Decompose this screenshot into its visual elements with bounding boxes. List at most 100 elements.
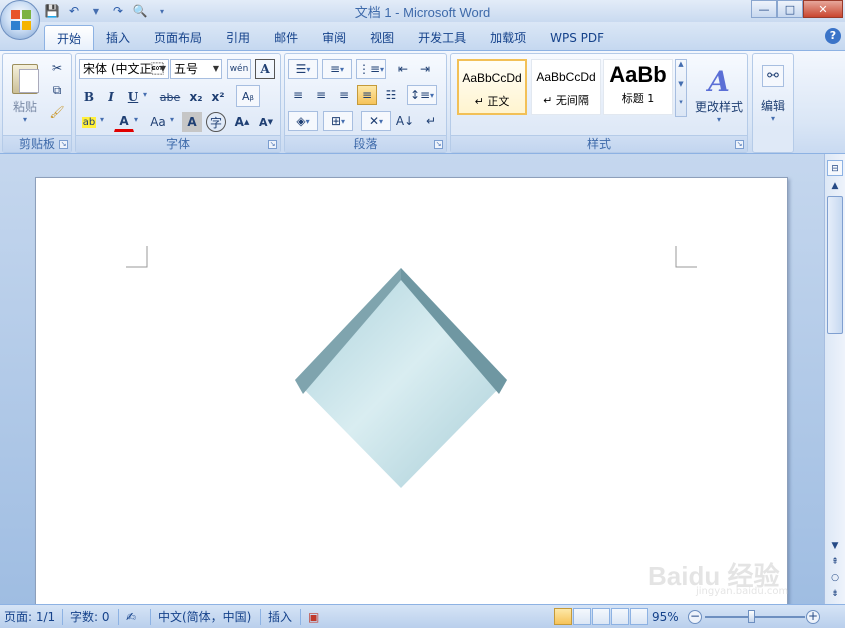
font-color-dropdown-icon[interactable]: ▾: [134, 115, 138, 124]
char-shading-button[interactable]: A: [182, 112, 202, 132]
clear-format-button[interactable]: Aᵦ: [236, 85, 260, 107]
paste-button[interactable]: 粘贴 ▾: [7, 58, 43, 130]
zoom-level[interactable]: 95%: [652, 608, 679, 626]
italic-button[interactable]: I: [101, 87, 121, 107]
distributed-icon: ☷: [385, 88, 397, 102]
format-painter-button[interactable]: 🖌: [47, 102, 67, 122]
highlight-button[interactable]: ab: [79, 112, 99, 132]
zoom-out-icon[interactable]: −: [688, 610, 702, 624]
bullet-list-icon: ☰: [295, 62, 307, 76]
scroll-thumb[interactable]: [827, 196, 843, 334]
font-name-combo[interactable]: 宋体 (中文正 ▼: [79, 59, 169, 79]
style-heading-1[interactable]: AaBb 标题 1: [603, 59, 673, 115]
strikethrough-button[interactable]: abe: [158, 87, 182, 107]
vertical-scrollbar[interactable]: ⊟ ▲ ▼ ⇞ ○ ⇟: [824, 154, 845, 604]
tab-wps-pdf[interactable]: WPS PDF: [538, 25, 616, 50]
align-right-button[interactable]: ≡: [334, 85, 354, 105]
more-icon[interactable]: ▾: [676, 98, 686, 106]
align-left-button[interactable]: ≡: [288, 85, 308, 105]
distributed-button[interactable]: ☷: [381, 85, 401, 105]
office-button[interactable]: [0, 0, 40, 40]
editing-button[interactable]: ⚯ 编辑 ▾: [755, 58, 791, 130]
tab-review[interactable]: 审阅: [310, 25, 358, 50]
change-case-dropdown-icon[interactable]: ▾: [170, 115, 174, 124]
pinyin-guide-button[interactable]: wén: [227, 59, 251, 79]
show-marks-button[interactable]: ↵: [421, 111, 441, 131]
chevron-down-icon[interactable]: ▼: [676, 80, 686, 88]
underline-dropdown-icon[interactable]: ▾: [143, 90, 147, 99]
highlight-dropdown-icon[interactable]: ▾: [100, 115, 104, 124]
decrease-indent-button[interactable]: ⇤: [393, 59, 413, 79]
increase-indent-button[interactable]: ⇥: [415, 59, 435, 79]
tab-add-ins[interactable]: 加载项: [478, 25, 538, 50]
macro-record-icon[interactable]: ▣: [308, 608, 319, 626]
enclose-char-button[interactable]: 字: [206, 112, 226, 132]
close-button[interactable]: ✕: [803, 0, 843, 18]
font-launcher-icon[interactable]: ↘: [268, 140, 277, 149]
multilevel-list-button[interactable]: ⋮≡ ▾: [356, 59, 386, 79]
change-case-button[interactable]: Aa: [146, 112, 170, 132]
previous-page-icon[interactable]: ⇞: [827, 554, 843, 570]
superscript-button[interactable]: x²: [208, 87, 228, 107]
bold-button[interactable]: B: [79, 87, 99, 107]
chinese-layout-button[interactable]: ✕ ▾: [361, 111, 391, 131]
numbering-button[interactable]: ≡ ▾: [322, 59, 352, 79]
font-size-combo[interactable]: 五号 ▼: [170, 59, 222, 79]
web-layout-view-button[interactable]: [592, 608, 610, 625]
change-styles-button[interactable]: A 更改样式 ▾: [691, 58, 747, 130]
sort-button[interactable]: A↓: [395, 111, 415, 131]
tab-home[interactable]: 开始: [44, 25, 95, 50]
insert-mode[interactable]: 插入: [268, 608, 292, 626]
minimize-button[interactable]: —: [751, 0, 777, 18]
font-color-button[interactable]: A: [114, 112, 134, 132]
word-count[interactable]: 字数: 0: [70, 608, 110, 626]
font-color-icon: A: [119, 114, 129, 128]
zoom-slider-thumb[interactable]: [748, 610, 755, 623]
align-center-button[interactable]: ≡: [311, 85, 331, 105]
paragraph-launcher-icon[interactable]: ↘: [434, 140, 443, 149]
shrink-font-button[interactable]: A ▼: [256, 112, 276, 132]
outline-view-button[interactable]: [611, 608, 629, 625]
tab-references[interactable]: 引用: [214, 25, 262, 50]
char-border-button[interactable]: A: [255, 59, 275, 79]
proofing-icon[interactable]: ✍: [126, 608, 136, 626]
maximize-button[interactable]: □: [777, 0, 803, 18]
font-name-value: 宋体 (中文正: [83, 62, 164, 76]
copy-button[interactable]: ⧉: [47, 80, 67, 100]
browse-object-icon[interactable]: ○: [827, 570, 843, 586]
styles-gallery-scroll[interactable]: ▲ ▼ ▾: [675, 59, 687, 117]
clipboard-launcher-icon[interactable]: ↘: [59, 140, 68, 149]
style-no-spacing[interactable]: AaBbCcDd ↵ 无间隔: [531, 59, 601, 115]
borders-button[interactable]: ⊞ ▾: [323, 111, 353, 131]
draft-view-button[interactable]: [630, 608, 648, 625]
language[interactable]: 中文(简体，中国): [158, 608, 251, 626]
scroll-up-icon[interactable]: ▲: [827, 178, 843, 194]
chevron-down-icon: ▾: [770, 114, 775, 123]
tab-page-layout[interactable]: 页面布局: [142, 25, 214, 50]
tab-insert[interactable]: 插入: [94, 25, 142, 50]
style-normal[interactable]: AaBbCcDd ↵ 正文: [457, 59, 527, 115]
subscript-button[interactable]: x₂: [186, 87, 206, 107]
zoom-in-icon[interactable]: +: [806, 610, 820, 624]
line-spacing-button[interactable]: ↕≡ ▾: [407, 85, 437, 105]
page-count[interactable]: 页面: 1/1: [4, 608, 55, 626]
zoom-slider-track[interactable]: [705, 616, 805, 618]
next-page-icon[interactable]: ⇟: [827, 586, 843, 602]
diamond-shape[interactable]: [295, 266, 507, 490]
scroll-down-icon[interactable]: ▼: [827, 538, 843, 554]
tab-developer[interactable]: 开发工具: [406, 25, 478, 50]
underline-button[interactable]: U: [123, 87, 143, 107]
justify-button[interactable]: ≡: [357, 85, 377, 105]
tab-view[interactable]: 视图: [358, 25, 406, 50]
print-layout-view-button[interactable]: [554, 608, 572, 625]
bullets-button[interactable]: ☰ ▾: [288, 59, 318, 79]
full-screen-reading-view-button[interactable]: [573, 608, 591, 625]
help-button[interactable]: ?: [825, 28, 841, 44]
grow-font-button[interactable]: A ▲: [232, 112, 252, 132]
chevron-up-icon[interactable]: ▲: [676, 60, 686, 68]
ruler-toggle-icon[interactable]: ⊟: [827, 160, 843, 176]
cut-button[interactable]: ✂: [47, 58, 67, 78]
shading-button[interactable]: ◈ ▾: [288, 111, 318, 131]
styles-launcher-icon[interactable]: ↘: [735, 140, 744, 149]
tab-mailings[interactable]: 邮件: [262, 25, 310, 50]
